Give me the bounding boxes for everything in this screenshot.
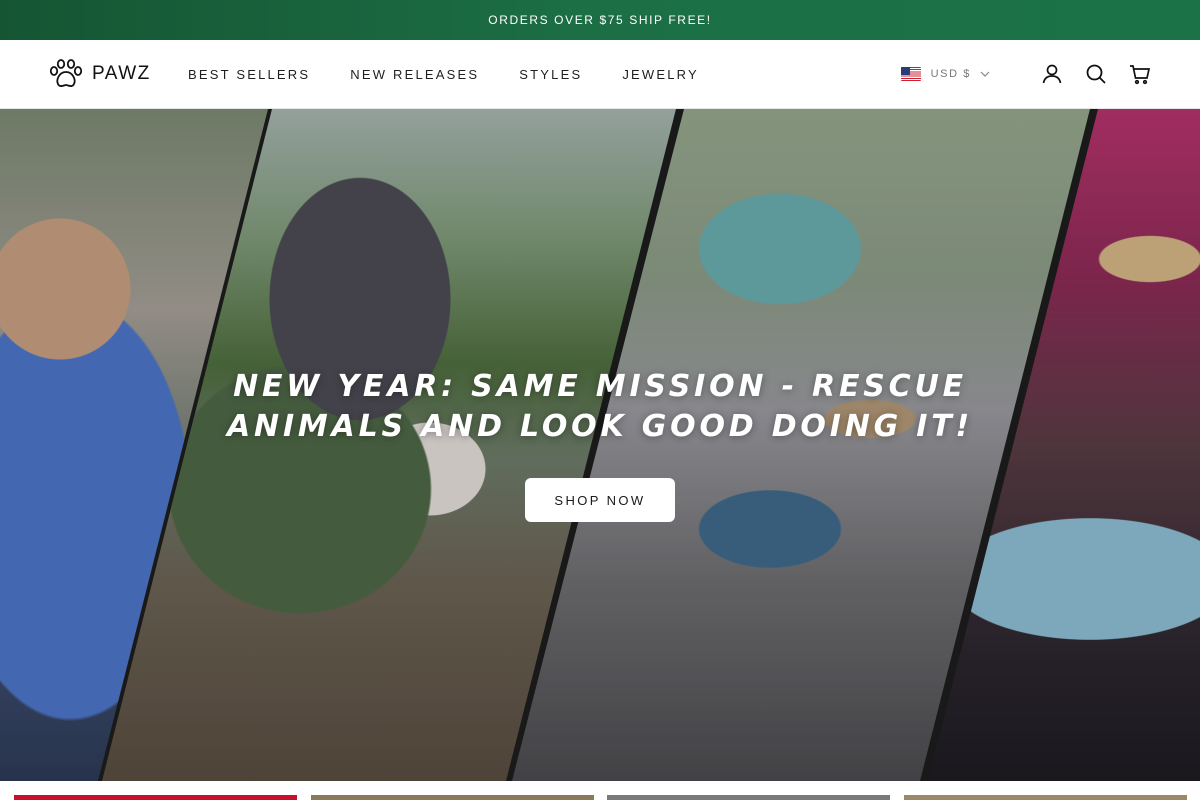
logo-text: PAWZ — [92, 63, 151, 84]
chevron-down-icon — [980, 69, 990, 79]
hero-content: NEW YEAR: SAME MISSION - RESCUE ANIMALS … — [0, 109, 1200, 781]
currency-selector[interactable]: USD $ — [900, 67, 990, 81]
header-actions: USD $ — [900, 40, 1152, 108]
nav-new-releases[interactable]: NEW RELEASES — [350, 67, 479, 82]
collection-tile[interactable] — [904, 795, 1187, 800]
collection-tile[interactable] — [14, 795, 297, 800]
announcement-text: ORDERS OVER $75 SHIP FREE! — [488, 13, 712, 27]
announcement-bar: ORDERS OVER $75 SHIP FREE! — [0, 0, 1200, 40]
hero-title: NEW YEAR: SAME MISSION - RESCUE ANIMALS … — [227, 369, 973, 444]
cart-icon[interactable] — [1128, 62, 1152, 86]
nav-styles[interactable]: STYLES — [519, 67, 582, 82]
account-icon[interactable] — [1040, 62, 1064, 86]
search-icon[interactable] — [1084, 62, 1108, 86]
collection-tile[interactable] — [607, 795, 890, 800]
us-flag-icon — [900, 67, 921, 81]
collection-tiles — [0, 781, 1200, 800]
paw-icon — [49, 59, 83, 87]
currency-label: USD $ — [930, 68, 971, 80]
nav-best-sellers[interactable]: BEST SELLERS — [188, 67, 310, 82]
logo[interactable]: PAWZ — [48, 58, 151, 90]
site-header: PAWZ BEST SELLERS NEW RELEASES STYLES JE… — [0, 40, 1200, 109]
main-nav: BEST SELLERS NEW RELEASES STYLES JEWELRY — [188, 40, 739, 108]
nav-jewelry[interactable]: JEWELRY — [622, 67, 699, 82]
hero-banner: NEW YEAR: SAME MISSION - RESCUE ANIMALS … — [0, 109, 1200, 781]
collection-tile[interactable] — [311, 795, 594, 800]
shop-now-button[interactable]: SHOP NOW — [525, 478, 675, 522]
